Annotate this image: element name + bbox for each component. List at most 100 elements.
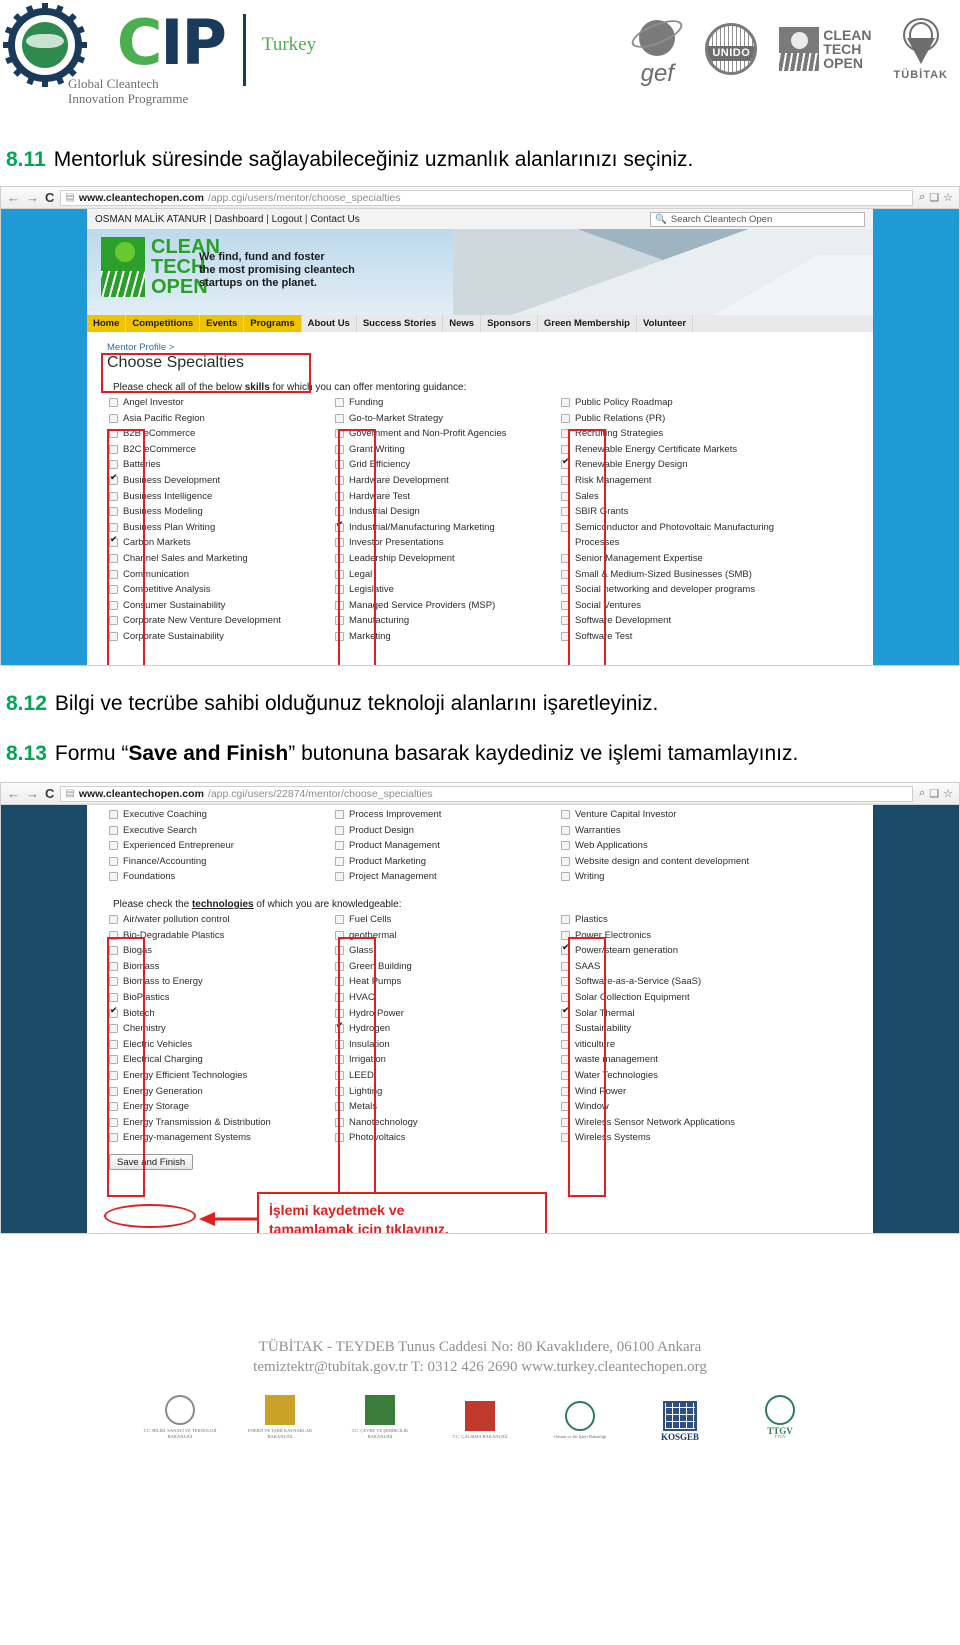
checkbox-unchecked-icon[interactable] (561, 429, 570, 439)
checkbox-row[interactable]: Hardware Test (335, 489, 561, 505)
nav-item-competitions[interactable]: Competitions (126, 315, 201, 332)
checkbox-row[interactable]: Biomass to Energy (109, 974, 335, 990)
checkbox-row[interactable]: Lighting (335, 1084, 561, 1100)
checkbox-checked-icon[interactable] (109, 535, 118, 548)
checkbox-row[interactable]: Industrial Design (335, 504, 561, 520)
checkbox-unchecked-icon[interactable] (561, 977, 570, 987)
checkbox-row[interactable]: Software-as-a-Service (SaaS) (561, 974, 811, 990)
checkbox-row[interactable]: Bio-Degradable Plastics (109, 928, 335, 944)
checkbox-row[interactable]: Corporate New Venture Development (109, 613, 335, 629)
checkbox-unchecked-icon[interactable] (561, 1086, 570, 1096)
checkbox-unchecked-icon[interactable] (335, 1117, 344, 1127)
checkbox-unchecked-icon[interactable] (335, 1133, 344, 1143)
checkbox-unchecked-icon[interactable] (109, 1133, 118, 1143)
checkbox-row[interactable]: Hydrogen (335, 1021, 561, 1037)
checkbox-row[interactable]: Solar Collection Equipment (561, 990, 811, 1006)
checkbox-unchecked-icon[interactable] (109, 810, 118, 819)
checkbox-unchecked-icon[interactable] (109, 585, 118, 595)
checkbox-unchecked-icon[interactable] (335, 946, 344, 956)
back-icon[interactable]: ← (7, 786, 20, 801)
checkbox-row[interactable]: Energy Efficient Technologies (109, 1068, 335, 1084)
checkbox-unchecked-icon[interactable] (561, 1102, 570, 1112)
checkbox-unchecked-icon[interactable] (335, 841, 344, 851)
checkbox-row[interactable]: B2C eCommerce (109, 442, 335, 458)
checkbox-row[interactable]: Grant Writing (335, 442, 561, 458)
copy-icon[interactable]: ❏ (929, 191, 939, 204)
checkbox-row[interactable]: Risk Management (561, 473, 811, 489)
nav-item-news[interactable]: News (443, 315, 482, 332)
checkbox-row[interactable]: Window (561, 1099, 811, 1115)
checkbox-row[interactable]: Business Modeling (109, 504, 335, 520)
checkbox-unchecked-icon[interactable] (109, 398, 118, 407)
checkbox-row[interactable]: Website design and content development (561, 854, 811, 870)
checkbox-row[interactable]: Electrical Charging (109, 1052, 335, 1068)
checkbox-unchecked-icon[interactable] (561, 413, 570, 423)
checkbox-row[interactable]: Executive Coaching (109, 807, 335, 823)
checkbox-unchecked-icon[interactable] (109, 841, 118, 851)
checkbox-unchecked-icon[interactable] (335, 569, 344, 579)
checkbox-row[interactable]: Air/water pollution control (109, 912, 335, 928)
checkbox-unchecked-icon[interactable] (109, 460, 118, 470)
checkbox-row[interactable]: Chemistry (109, 1021, 335, 1037)
checkbox-row[interactable]: Marketing (335, 629, 561, 645)
checkbox-row[interactable]: Go-to-Market Strategy (335, 411, 561, 427)
nav-item-green-membership[interactable]: Green Membership (537, 315, 637, 332)
checkbox-row[interactable]: Funding (335, 395, 561, 411)
checkbox-unchecked-icon[interactable] (109, 856, 118, 866)
checkbox-unchecked-icon[interactable] (561, 930, 570, 940)
checkbox-unchecked-icon[interactable] (109, 1086, 118, 1096)
checkbox-row[interactable]: Manufacturing (335, 613, 561, 629)
checkbox-row[interactable]: Channel Sales and Marketing (109, 551, 335, 567)
checkbox-row[interactable]: Business Intelligence (109, 489, 335, 505)
checkbox-row[interactable]: Biogas (109, 943, 335, 959)
checkbox-row[interactable]: Venture Capital Investor (561, 807, 811, 823)
checkbox-unchecked-icon[interactable] (335, 413, 344, 423)
footer-email[interactable]: temiztektr@tubitak.gov.tr (253, 1359, 407, 1375)
checkbox-row[interactable]: Semiconductor and Photovoltaic Manufactu… (561, 520, 811, 551)
checkbox-unchecked-icon[interactable] (561, 585, 570, 595)
checkbox-row[interactable]: LEED (335, 1068, 561, 1084)
checkbox-unchecked-icon[interactable] (561, 872, 570, 882)
checkbox-row[interactable]: Business Development (109, 473, 335, 489)
checkbox-row[interactable]: Renewable Energy Certificate Markets (561, 442, 811, 458)
checkbox-checked-icon[interactable] (335, 520, 344, 532)
checkbox-unchecked-icon[interactable] (561, 914, 570, 924)
checkbox-row[interactable]: Biotech (109, 1006, 335, 1022)
checkbox-unchecked-icon[interactable] (561, 961, 570, 971)
nav-item-success-stories[interactable]: Success Stories (356, 315, 444, 332)
forward-icon[interactable]: → (26, 786, 39, 801)
checkbox-row[interactable]: Public Policy Roadmap (561, 395, 811, 411)
link-dashboard[interactable]: Dashboard (214, 214, 263, 225)
checkbox-row[interactable]: Business Plan Writing (109, 520, 335, 536)
checkbox-row[interactable]: Glass (335, 943, 561, 959)
checkbox-row[interactable]: Energy Storage (109, 1099, 335, 1115)
checkbox-row[interactable]: Carbon Markets (109, 535, 335, 551)
checkbox-row[interactable]: Wireless Sensor Network Applications (561, 1115, 811, 1131)
checkbox-unchecked-icon[interactable] (561, 841, 570, 851)
checkbox-unchecked-icon[interactable] (335, 585, 344, 595)
checkbox-unchecked-icon[interactable] (561, 1024, 570, 1034)
checkbox-unchecked-icon[interactable] (109, 553, 118, 563)
checkbox-unchecked-icon[interactable] (335, 810, 344, 819)
checkbox-unchecked-icon[interactable] (109, 569, 118, 579)
nav-item-events[interactable]: Events (200, 315, 245, 332)
checkbox-unchecked-icon[interactable] (109, 914, 118, 924)
checkbox-unchecked-icon[interactable] (109, 491, 118, 501)
checkbox-row[interactable]: Project Management (335, 869, 561, 885)
checkbox-row[interactable]: HVAC (335, 990, 561, 1006)
checkbox-unchecked-icon[interactable] (335, 1086, 344, 1096)
nav-item-volunteer[interactable]: Volunteer (636, 315, 694, 332)
checkbox-row[interactable]: Sales (561, 489, 811, 505)
checkbox-unchecked-icon[interactable] (109, 1102, 118, 1112)
checkbox-row[interactable]: Irrigation (335, 1052, 561, 1068)
copy-icon[interactable]: ❏ (929, 787, 939, 800)
checkbox-unchecked-icon[interactable] (561, 1133, 570, 1143)
checkbox-unchecked-icon[interactable] (561, 507, 570, 517)
checkbox-checked-icon[interactable] (561, 943, 570, 956)
checkbox-unchecked-icon[interactable] (335, 538, 344, 548)
checkbox-unchecked-icon[interactable] (109, 413, 118, 423)
checkbox-unchecked-icon[interactable] (561, 444, 570, 454)
checkbox-unchecked-icon[interactable] (335, 977, 344, 987)
checkbox-row[interactable]: Green Building (335, 959, 561, 975)
checkbox-row[interactable]: Biomass (109, 959, 335, 975)
